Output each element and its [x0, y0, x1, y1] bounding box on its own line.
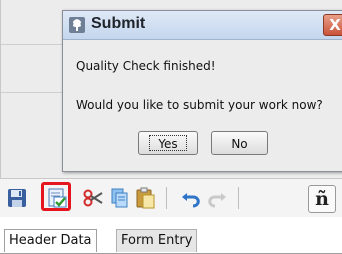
dialog-title: Submit: [91, 15, 146, 32]
divider: [0, 92, 62, 93]
tree-app-icon: [69, 17, 85, 33]
tab-form-entry[interactable]: Form Entry: [116, 229, 198, 252]
cut-icon[interactable]: [82, 187, 104, 209]
highlight-box: [41, 182, 71, 211]
screen: Submit X Quality Check finished! Would y…: [0, 0, 342, 254]
close-icon: X: [329, 16, 341, 34]
dialog-message-status: Quality Check finished!: [76, 59, 216, 73]
dialog-titlebar[interactable]: Submit X: [63, 11, 342, 40]
divider: [0, 44, 62, 45]
save-icon[interactable]: [6, 187, 28, 209]
tab-label: Header Data: [9, 233, 92, 248]
toolbar-separator: [238, 187, 239, 209]
tab-bar: Header Data Form Entry: [0, 217, 342, 254]
copy-icon[interactable]: [108, 187, 130, 209]
tab-header-data[interactable]: Header Data: [4, 229, 97, 252]
special-character-label: ñ: [315, 188, 329, 210]
toolbar: ñ: [0, 178, 342, 218]
special-character-button[interactable]: ñ: [308, 185, 336, 213]
tab-label: Form Entry: [121, 233, 193, 248]
submit-dialog: Submit X Quality Check finished! Would y…: [62, 10, 342, 172]
toolbar-separator: [166, 187, 167, 209]
redo-icon[interactable]: [206, 187, 228, 209]
focus-ring: Yes: [149, 135, 187, 151]
dialog-message-question: Would you like to submit your work now?: [76, 98, 323, 112]
yes-button[interactable]: Yes: [138, 131, 198, 155]
yes-button-label: Yes: [158, 137, 178, 151]
paste-icon[interactable]: [134, 187, 156, 209]
close-button[interactable]: X: [323, 14, 342, 36]
no-button-label: No: [231, 137, 248, 151]
no-button[interactable]: No: [211, 131, 268, 155]
undo-icon[interactable]: [180, 187, 202, 209]
